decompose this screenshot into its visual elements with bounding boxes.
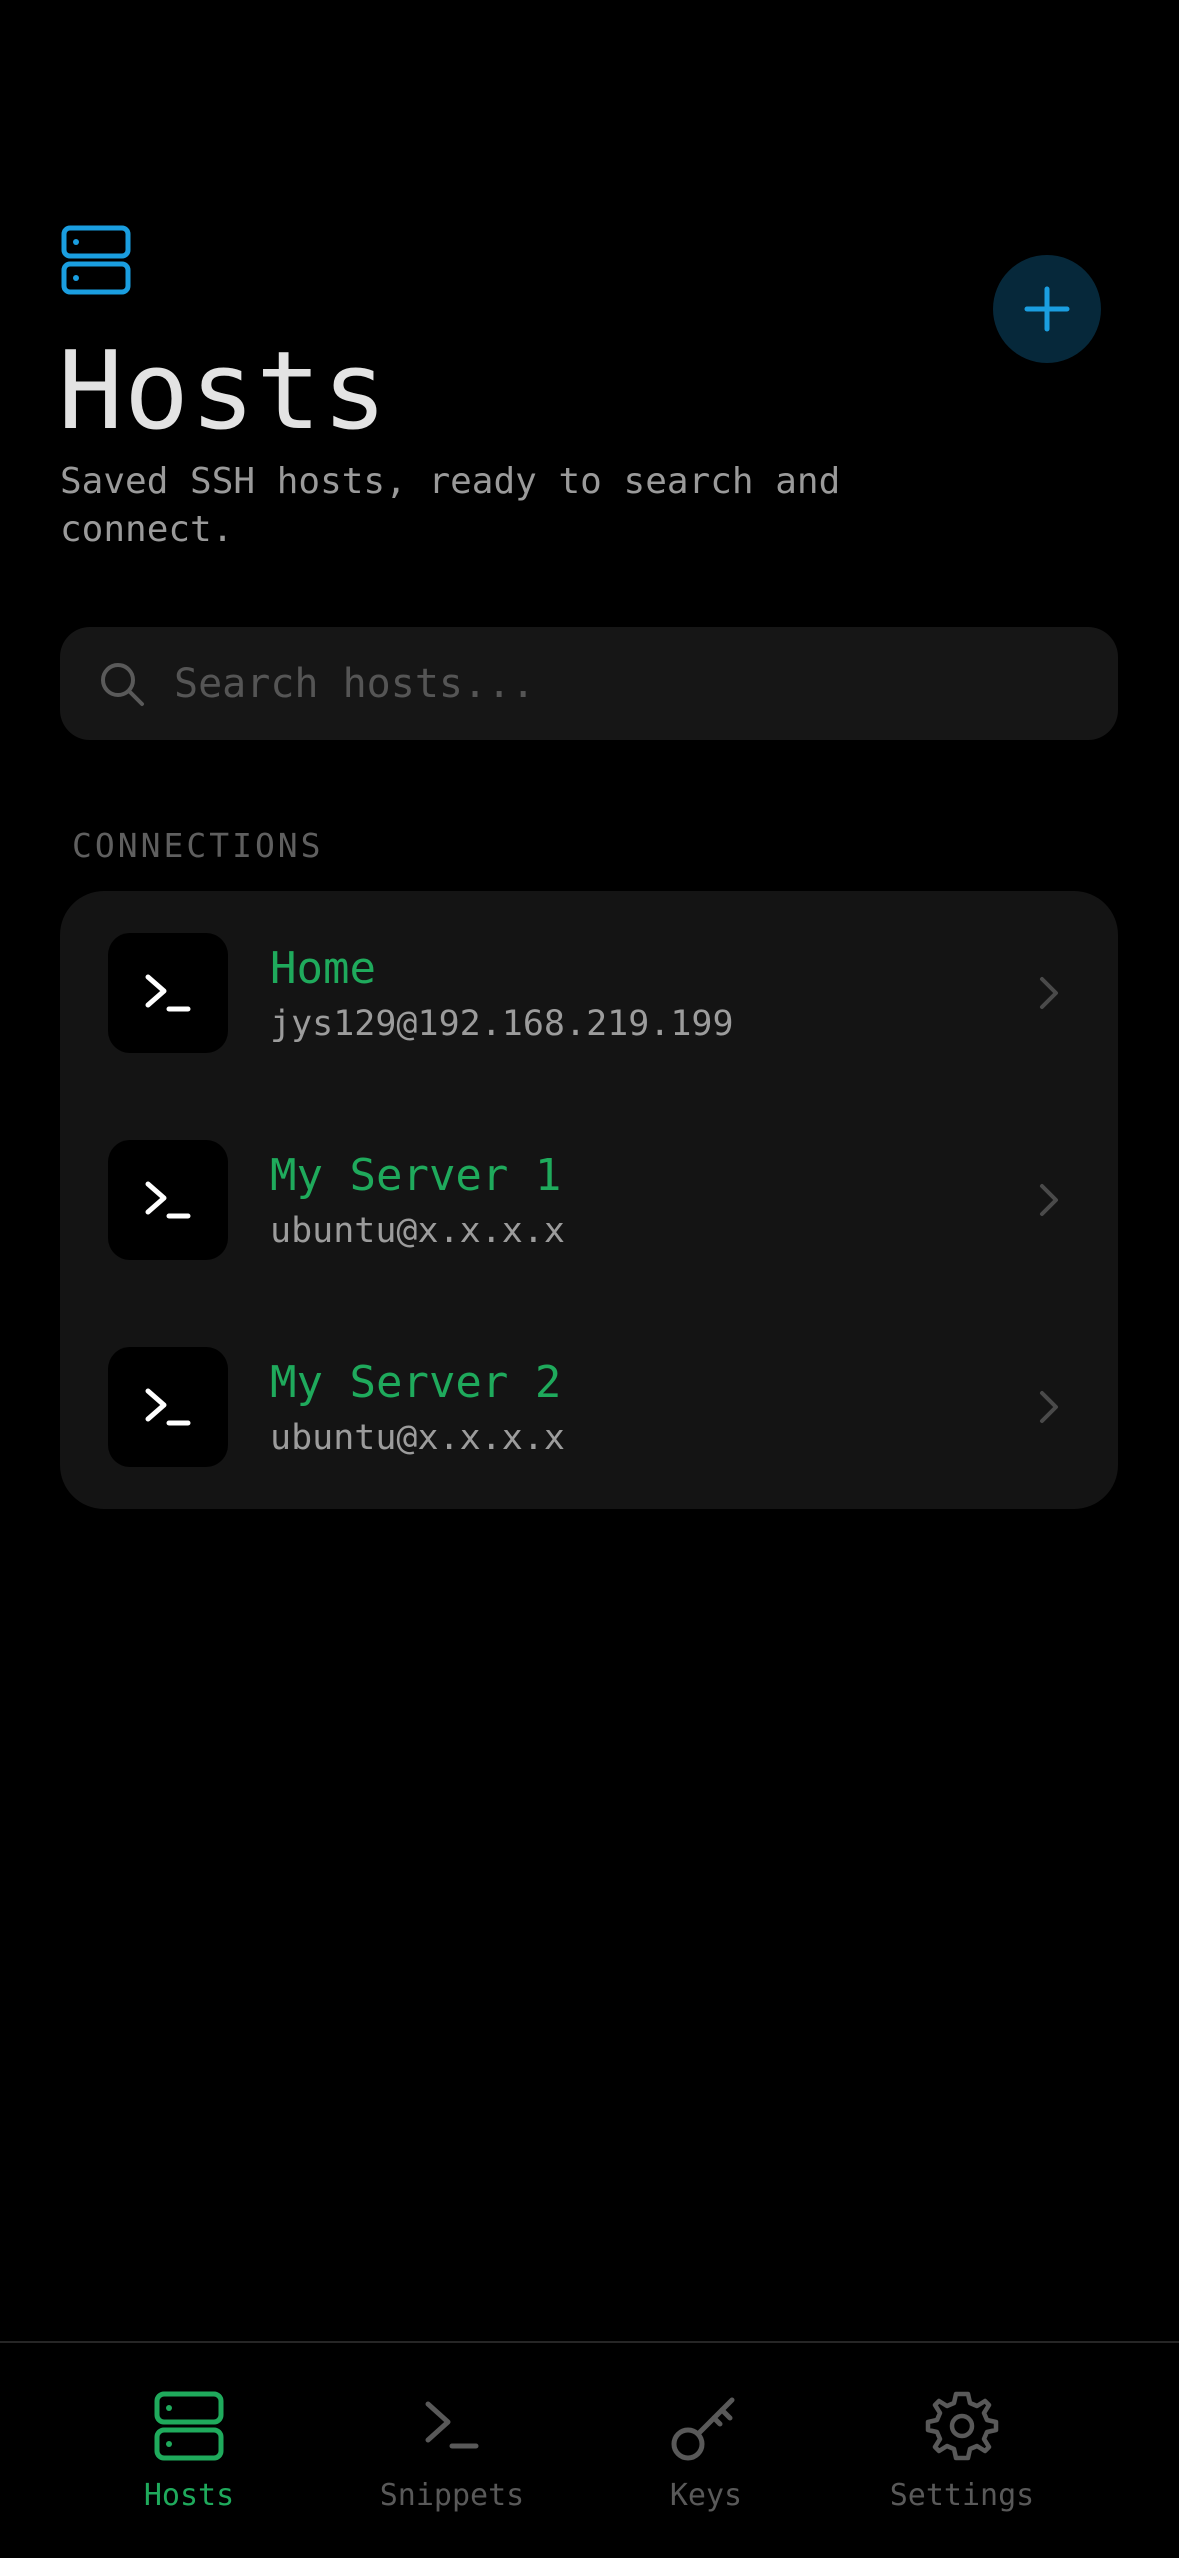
server-icon xyxy=(154,2391,224,2461)
host-list: Home jys129@192.168.219.199 My Server 1 … xyxy=(60,891,1118,1509)
host-row-my-server-1[interactable]: My Server 1 ubuntu@x.x.x.x xyxy=(60,1098,1118,1305)
terminal-icon xyxy=(145,1388,191,1426)
add-host-button[interactable] xyxy=(993,255,1101,363)
host-icon-container xyxy=(108,933,228,1053)
bottom-tab-bar: Hosts Snippets Keys Settings xyxy=(0,2341,1179,2558)
tab-label: Keys xyxy=(669,2478,743,2513)
tab-label: Settings xyxy=(889,2478,1035,2513)
chevron-right-icon xyxy=(1040,1184,1058,1216)
host-row-my-server-2[interactable]: My Server 2 ubuntu@x.x.x.x xyxy=(60,1305,1118,1512)
tab-settings[interactable]: Settings xyxy=(862,2343,1062,2558)
terminal-icon xyxy=(145,1181,191,1219)
section-label-connections: CONNECTIONS xyxy=(72,826,324,865)
chevron-right-icon xyxy=(1040,977,1058,1009)
host-name: My Server 1 xyxy=(270,1150,562,1201)
host-address: ubuntu@x.x.x.x xyxy=(270,1418,566,1458)
tab-label: Hosts xyxy=(143,2478,235,2513)
host-icon-container xyxy=(108,1140,228,1260)
plus-icon xyxy=(1024,286,1070,332)
page-title: Hosts xyxy=(58,329,389,454)
host-address: ubuntu@x.x.x.x xyxy=(270,1211,566,1251)
key-icon xyxy=(671,2397,735,2461)
tab-keys[interactable]: Keys xyxy=(606,2343,806,2558)
host-name: Home xyxy=(270,943,376,994)
host-address: jys129@192.168.219.199 xyxy=(270,1004,734,1044)
tab-snippets[interactable]: Snippets xyxy=(352,2343,552,2558)
server-icon xyxy=(61,225,131,295)
search-input[interactable] xyxy=(174,660,1054,707)
chevron-right-icon xyxy=(1040,1391,1058,1423)
terminal-icon xyxy=(425,2401,479,2449)
tab-hosts[interactable]: Hosts xyxy=(89,2343,289,2558)
host-row-home[interactable]: Home jys129@192.168.219.199 xyxy=(60,891,1118,1098)
search-icon xyxy=(101,662,144,706)
gear-icon xyxy=(925,2391,999,2461)
terminal-icon xyxy=(145,974,191,1012)
page-subtitle: Saved SSH hosts, ready to search and con… xyxy=(60,461,841,550)
host-name: My Server 2 xyxy=(270,1357,562,1408)
search-bar[interactable] xyxy=(60,627,1118,740)
host-icon-container xyxy=(108,1347,228,1467)
tab-label: Snippets xyxy=(379,2478,525,2513)
